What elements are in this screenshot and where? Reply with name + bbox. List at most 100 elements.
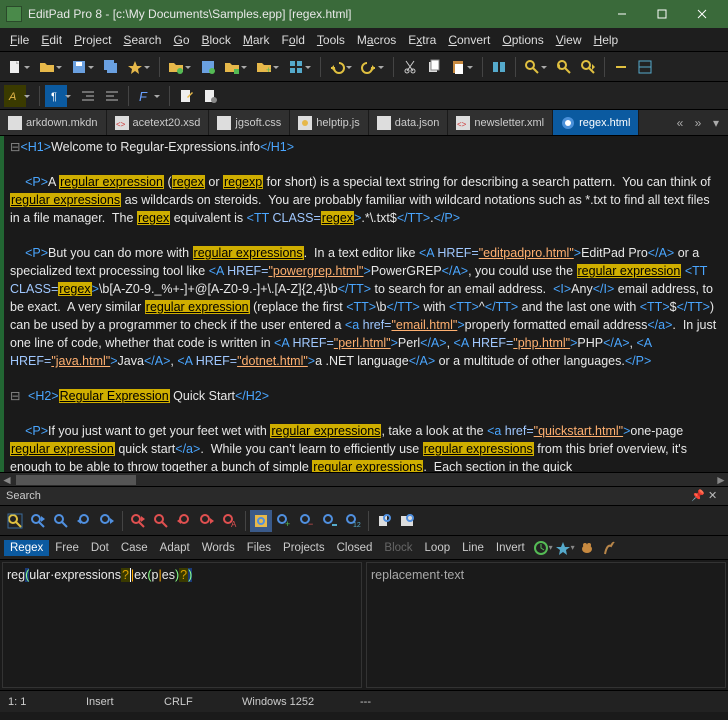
count-matches-button[interactable]: 123 [342,510,364,532]
minimize-button[interactable] [602,0,642,28]
editor-content[interactable]: ⊟<H1>Welcome to Regular-Expressions.info… [4,138,722,476]
replace-prev-button[interactable] [173,510,195,532]
save-all-button[interactable] [100,56,122,78]
highlight-add-button[interactable]: + [273,510,295,532]
search-next-button[interactable] [96,510,118,532]
opt-closed[interactable]: Closed [331,540,379,556]
save-button[interactable] [68,56,90,78]
menu-edit[interactable]: Edit [35,31,68,49]
font-button[interactable]: F [134,85,156,107]
favorites-search-button[interactable]: ▾ [555,538,575,558]
highlight-remove-button[interactable]: − [296,510,318,532]
pin-icon[interactable]: 📌 [691,489,705,503]
replace-start-button[interactable] [127,510,149,532]
opt-line[interactable]: Line [456,540,490,556]
close-button[interactable] [682,0,722,28]
tab-newsletter[interactable]: <>newsletter.xml [448,110,553,135]
compare-button[interactable] [488,56,510,78]
bookmark-button[interactable] [610,56,632,78]
opt-loop[interactable]: Loop [419,540,457,556]
tab-list-button[interactable]: ▾ [708,116,724,130]
save-project-button[interactable] [197,56,219,78]
menu-file[interactable]: File [4,31,35,49]
menu-tools[interactable]: Tools [311,31,351,49]
highlight-color-button[interactable]: A [4,85,26,107]
find-button[interactable] [521,56,543,78]
undo-button[interactable] [326,56,348,78]
paste-button[interactable] [447,56,469,78]
search-first-button[interactable] [50,510,72,532]
tab-regex[interactable]: regex.html [553,110,639,135]
project-files-button[interactable] [285,56,307,78]
edit-tool-button[interactable] [175,85,197,107]
tab-markdown[interactable]: arkdown.mkdn [0,110,107,135]
tab-scroll-left[interactable]: « [672,116,688,130]
status-eol[interactable]: CRLF [164,696,224,708]
menu-project[interactable]: Project [68,31,117,49]
opt-dot[interactable]: Dot [85,540,115,556]
opt-adapt[interactable]: Adapt [154,540,196,556]
copy-button[interactable] [423,56,445,78]
history-button[interactable]: ▾ [533,538,553,558]
paragraph-button[interactable]: ¶ [45,85,67,107]
regexmagic-button[interactable] [599,538,619,558]
highlight-all-button[interactable] [250,510,272,532]
redo-button[interactable] [358,56,380,78]
menu-extra[interactable]: Extra [402,31,442,49]
project-manage-button[interactable] [221,56,243,78]
status-mode[interactable]: Insert [86,696,146,708]
menu-convert[interactable]: Convert [442,31,496,49]
menu-options[interactable]: Options [496,31,549,49]
maximize-button[interactable] [642,0,682,28]
menu-fold[interactable]: Fold [276,31,311,49]
horizontal-scrollbar[interactable]: ◄► [0,472,728,486]
tab-data[interactable]: data.json [369,110,449,135]
search-start-button[interactable] [27,510,49,532]
menu-go[interactable]: Go [167,31,195,49]
search-find-input[interactable]: reg(ular·expressions?|ex(p|es)?) [2,562,362,688]
tab-jgsoft[interactable]: jgsoft.css [209,110,290,135]
fold-matches-button[interactable] [319,510,341,532]
project-add-button[interactable]: + [253,56,275,78]
close-panel-icon[interactable]: ✕ [708,489,722,503]
menu-block[interactable]: Block [196,31,237,49]
open-project-button[interactable] [165,56,187,78]
toggle-panel-button[interactable] [634,56,656,78]
status-encoding[interactable]: Windows 1252 [242,696,342,708]
copy-matches-button[interactable] [373,510,395,532]
opt-free[interactable]: Free [49,540,85,556]
tab-helptip[interactable]: helptip.js [290,110,368,135]
indent-right-button[interactable] [101,85,123,107]
menu-view[interactable]: View [550,31,588,49]
find-prev-button[interactable] [553,56,575,78]
opt-invert[interactable]: Invert [490,540,531,556]
find-next-button[interactable] [577,56,599,78]
new-file-button[interactable] [4,56,26,78]
fold-gutter[interactable] [0,136,4,486]
menu-mark[interactable]: Mark [237,31,276,49]
opt-words[interactable]: Words [196,540,241,556]
cut-button[interactable] [399,56,421,78]
regexbuddy-button[interactable] [577,538,597,558]
replace-current-button[interactable] [150,510,172,532]
open-file-button[interactable] [36,56,58,78]
search-replace-input[interactable]: replacement·text [366,562,726,688]
replace-next-button[interactable] [196,510,218,532]
list-matches-button[interactable] [396,510,418,532]
opt-case[interactable]: Case [115,540,154,556]
opt-regex[interactable]: Regex [4,540,49,556]
opt-files[interactable]: Files [241,540,277,556]
tab-scroll-right[interactable]: » [690,116,706,130]
settings-tool-button[interactable] [199,85,221,107]
indent-left-button[interactable] [77,85,99,107]
menu-search[interactable]: Search [117,31,167,49]
search-prev-button[interactable] [73,510,95,532]
search-prepare-button[interactable] [4,510,26,532]
replace-all-button[interactable]: A [219,510,241,532]
editor-area[interactable]: ⊟<H1>Welcome to Regular-Expressions.info… [0,136,728,486]
tab-acetext[interactable]: <>acetext20.xsd [107,110,210,135]
opt-projects[interactable]: Projects [277,540,331,556]
menu-macros[interactable]: Macros [351,31,402,49]
favorites-button[interactable] [124,56,146,78]
menu-help[interactable]: Help [588,31,625,49]
